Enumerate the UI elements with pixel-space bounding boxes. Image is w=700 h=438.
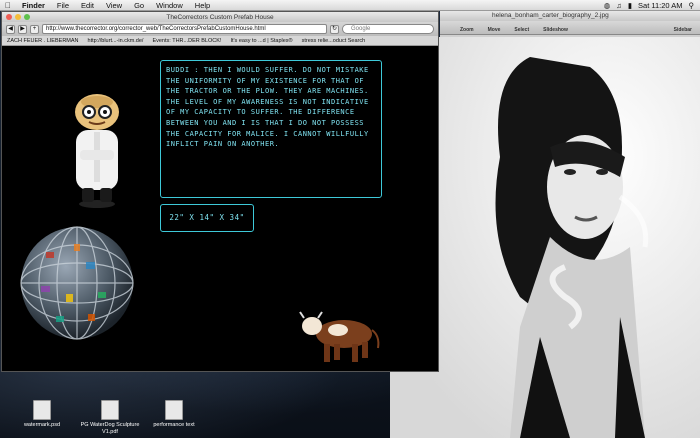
wifi-icon[interactable]: ◍: [604, 1, 611, 10]
web-page-content: Buddi : Then I would suffer. Do not mist…: [2, 46, 438, 371]
spotlight-icon[interactable]: ⚲: [689, 1, 695, 10]
apple-menu-icon[interactable]: : [0, 1, 16, 10]
viewer-tool-slideshow[interactable]: Slideshow: [543, 27, 568, 33]
menu-help[interactable]: Help: [189, 1, 216, 10]
volume-icon[interactable]: ♫: [616, 1, 622, 10]
robot-figure-image: [75, 94, 119, 208]
menu-view[interactable]: View: [100, 1, 128, 10]
menu-bar:  Finder File Edit View Go Window Help ◍…: [0, 0, 700, 11]
viewer-tool-select[interactable]: Select: [514, 27, 529, 33]
menu-file[interactable]: File: [51, 1, 75, 10]
viewer-tool-move[interactable]: Move: [488, 27, 501, 33]
forward-icon[interactable]: ▶: [18, 24, 27, 34]
dimensions-box: 22" x 14" x 34": [160, 204, 254, 232]
menu-window[interactable]: Window: [150, 1, 189, 10]
viewer-tool-sidebar[interactable]: Sidebar: [674, 27, 692, 33]
menu-app-name[interactable]: Finder: [16, 1, 51, 10]
junk-sphere-image: [20, 226, 134, 340]
bookmarks-bar: ZACH FEUER . LIEBERMAN http://blurt...-i…: [2, 36, 438, 46]
browser-toolbar: ◀ ▶ + http://www.thecorrector.org/correc…: [2, 22, 438, 36]
desktop-icon-text[interactable]: performance text: [142, 400, 206, 429]
bookmark-item[interactable]: It's easy to ...d | Staples®: [230, 38, 292, 44]
desktop-icon-label: PG WaterDog Sculpture V1.pdf: [80, 422, 140, 435]
text-file-icon: [165, 400, 183, 420]
desktop-icon-label: watermark.psd: [23, 422, 61, 428]
menu-go[interactable]: Go: [128, 1, 150, 10]
cow-toy-image: [299, 311, 380, 362]
desktop-icon-pdf[interactable]: PG WaterDog Sculpture V1.pdf: [78, 400, 142, 435]
psd-file-icon: [33, 400, 51, 420]
add-bookmark-icon[interactable]: +: [30, 24, 39, 34]
viewer-toolbar: Zoom Move Select Slideshow Sidebar: [440, 21, 700, 35]
zoom-icon[interactable]: [24, 14, 30, 20]
desktop-icon-label: performance text: [153, 422, 195, 428]
minimize-icon[interactable]: [15, 14, 21, 20]
back-icon[interactable]: ◀: [6, 24, 15, 34]
bookmark-item[interactable]: stress relie...oduct Search: [302, 38, 366, 44]
browser-titlebar[interactable]: TheCorrectors Custom Prefab House: [2, 12, 438, 22]
quote-text-box: Buddi : Then I would suffer. Do not mist…: [160, 60, 382, 198]
reload-icon[interactable]: ↻: [330, 24, 339, 34]
desktop-icon-watermark[interactable]: watermark.psd: [10, 400, 74, 429]
bookmark-item[interactable]: ZACH FEUER . LIEBERMAN: [7, 38, 79, 44]
close-icon[interactable]: [6, 14, 12, 20]
bookmark-item[interactable]: Events: THR...DER BLOCK!: [152, 38, 221, 44]
viewer-titlebar[interactable]: helena_bonham_carter_biography_2.jpg: [440, 11, 700, 21]
browser-title: TheCorrectors Custom Prefab House: [166, 13, 274, 21]
browser-window: TheCorrectors Custom Prefab House ◀ ▶ + …: [1, 11, 439, 372]
viewer-tool-zoom[interactable]: Zoom: [460, 27, 474, 33]
bookmark-item[interactable]: http://blurt...-in.ckm.de/: [88, 38, 144, 44]
menu-edit[interactable]: Edit: [75, 1, 100, 10]
image-viewer-window: helena_bonham_carter_biography_2.jpg Zoo…: [390, 11, 700, 438]
battery-icon[interactable]: ▮: [628, 1, 632, 10]
search-input[interactable]: Google: [342, 24, 434, 34]
pdf-file-icon: [101, 400, 119, 420]
viewer-title: helena_bonham_carter_biography_2.jpg: [492, 12, 609, 19]
menu-clock[interactable]: Sat 11:20 AM: [638, 1, 682, 10]
url-field[interactable]: http://www.thecorrector.org/corrector_we…: [42, 24, 327, 34]
